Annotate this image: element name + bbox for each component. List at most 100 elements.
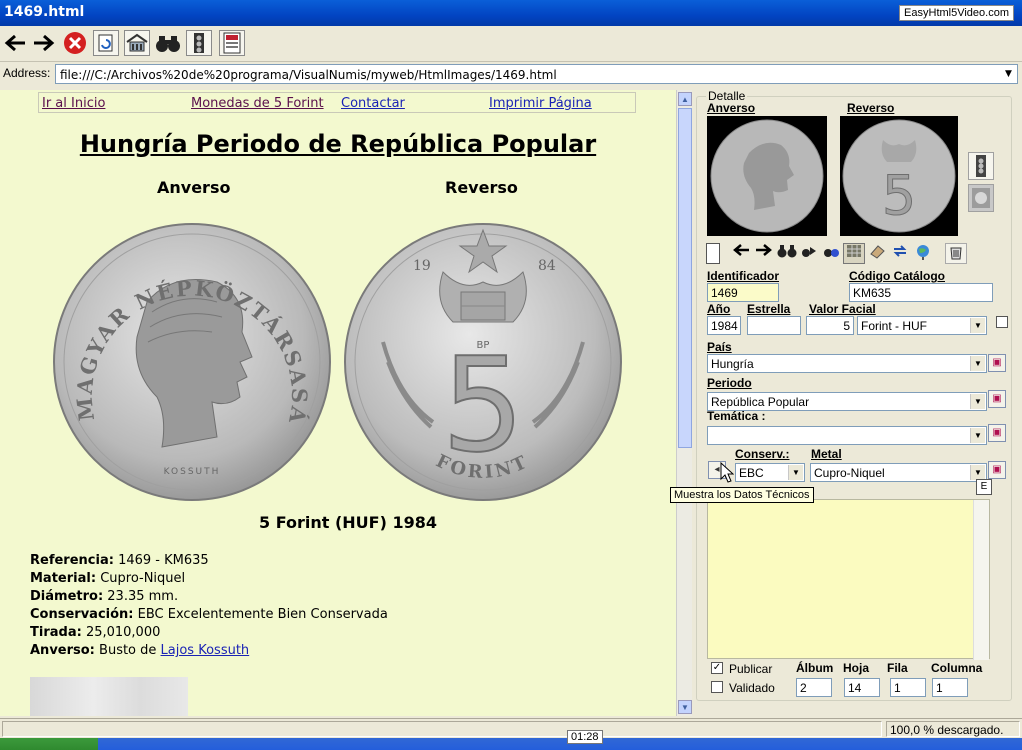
hoja-field[interactable]: 14 bbox=[844, 678, 880, 697]
sync-button[interactable] bbox=[889, 243, 911, 264]
prev-record-button[interactable] bbox=[730, 243, 752, 264]
find-next-button[interactable] bbox=[798, 243, 820, 264]
nav-print-link[interactable]: Imprimir Página bbox=[489, 96, 592, 111]
publicar-checkbox[interactable]: ✓ bbox=[711, 662, 723, 674]
scroll-down-icon[interactable]: ▼ bbox=[678, 700, 692, 714]
periodo-pick-button[interactable]: ▣ bbox=[988, 390, 1006, 408]
detail-value: 1469 - KM635 bbox=[118, 553, 209, 568]
metal-select[interactable]: Cupro-Niquel ▼ bbox=[810, 463, 987, 482]
eraser-button[interactable] bbox=[866, 243, 888, 264]
home-button[interactable] bbox=[124, 30, 150, 56]
start-button[interactable] bbox=[0, 738, 98, 750]
arrow-left-icon bbox=[4, 34, 25, 52]
periodo-select-value: República Popular bbox=[711, 395, 810, 409]
album-field[interactable]: 2 bbox=[796, 678, 832, 697]
nav-home-link[interactable]: Ir al Inicio bbox=[42, 96, 105, 111]
metal-select-value: Cupro-Niquel bbox=[814, 466, 885, 480]
chevron-down-icon[interactable]: ▼ bbox=[970, 394, 985, 409]
valor-checkbox[interactable] bbox=[996, 316, 1008, 328]
brand-watermark: EasyHtml5Video.com bbox=[899, 5, 1014, 21]
status-bar: 100,0 % descargado. bbox=[0, 718, 1022, 738]
address-label: Address: bbox=[3, 66, 51, 80]
picker-icon: ▣ bbox=[992, 427, 1002, 438]
reverse-year-left: 19 bbox=[413, 258, 431, 274]
search-button[interactable] bbox=[155, 30, 181, 56]
scroll-thumb[interactable] bbox=[678, 108, 692, 448]
chevron-down-icon[interactable]: ▼ bbox=[970, 428, 985, 443]
identificador-field[interactable]: 1469 bbox=[707, 283, 779, 302]
detail-label: Referencia: bbox=[30, 553, 114, 568]
detail-row: Material: Cupro-Niquel bbox=[30, 570, 388, 588]
coin-details: Referencia: 1469 - KM635 Material: Cupro… bbox=[30, 552, 388, 660]
stop-button[interactable] bbox=[62, 30, 88, 56]
chevron-down-icon[interactable]: ▼ bbox=[970, 318, 985, 333]
valor-facial-field[interactable]: 5 bbox=[806, 316, 854, 335]
status-main bbox=[2, 721, 882, 737]
periodo-label: Periodo bbox=[707, 376, 752, 390]
estrella-field[interactable] bbox=[747, 316, 801, 335]
forward-button[interactable] bbox=[31, 30, 57, 56]
tematica-pick-button[interactable]: ▣ bbox=[988, 424, 1006, 442]
arrow-icon: ◂ bbox=[714, 464, 720, 475]
notes-scrollbar[interactable] bbox=[973, 500, 989, 660]
valor-facial-label: Valor Facial bbox=[809, 302, 876, 316]
detail-label: Diámetro: bbox=[30, 589, 104, 604]
obverse-heading: Anverso bbox=[157, 178, 231, 197]
traffic-light-button[interactable] bbox=[968, 152, 994, 180]
moneda-select-value: Forint - HUF bbox=[861, 319, 927, 333]
page-title: Hungría Periodo de República Popular bbox=[79, 130, 597, 158]
reverse-coin-image: 19 84 BP 5 FORINT bbox=[344, 223, 622, 501]
next-record-button[interactable] bbox=[753, 243, 775, 264]
pais-pick-button[interactable]: ▣ bbox=[988, 354, 1006, 372]
binoculars-blue-icon bbox=[824, 249, 839, 257]
scroll-up-icon[interactable]: ▲ bbox=[678, 92, 692, 106]
reverse-thumbnail[interactable]: 5 bbox=[840, 116, 958, 236]
validado-checkbox[interactable] bbox=[711, 681, 723, 693]
moneda-select[interactable]: Forint - HUF ▼ bbox=[857, 316, 987, 335]
new-record-button[interactable] bbox=[706, 243, 720, 264]
print-button[interactable] bbox=[219, 30, 245, 56]
filter-button[interactable] bbox=[820, 243, 842, 264]
cursor-icon bbox=[720, 462, 734, 483]
columna-label: Columna bbox=[931, 661, 983, 675]
reverse-thumb-value: 5 bbox=[882, 164, 916, 227]
back-button[interactable] bbox=[2, 30, 28, 56]
pais-select[interactable]: Hungría ▼ bbox=[707, 354, 987, 373]
chevron-down-icon[interactable]: ▼ bbox=[788, 465, 803, 480]
options-button[interactable] bbox=[186, 30, 212, 56]
obverse-signature: KOSSUTH bbox=[164, 467, 221, 477]
obverse-thumb-image bbox=[710, 119, 824, 233]
obverse-thumbnail[interactable] bbox=[707, 116, 827, 236]
chevron-down-icon[interactable]: ▼ bbox=[1001, 66, 1016, 82]
metal-pick-button[interactable]: ▣ bbox=[988, 461, 1006, 479]
stop-icon bbox=[64, 32, 86, 54]
kossuth-link[interactable]: Lajos Kossuth bbox=[161, 643, 250, 658]
conserv-select[interactable]: EBC ▼ bbox=[735, 463, 805, 482]
extra-button[interactable]: E bbox=[976, 479, 992, 495]
nav-coins-link[interactable]: Monedas de 5 Forint bbox=[191, 96, 324, 111]
image-button[interactable] bbox=[968, 184, 994, 212]
notes-textarea[interactable] bbox=[707, 499, 990, 660]
trash-button[interactable] bbox=[945, 243, 967, 264]
page-scrollbar[interactable]: ▲ ▼ bbox=[676, 90, 692, 716]
columna-field[interactable]: 1 bbox=[932, 678, 968, 697]
nav-contact-link[interactable]: Contactar bbox=[341, 96, 405, 111]
address-bar: Address: file:///C:/Archivos%20de%20prog… bbox=[0, 62, 1022, 86]
binoculars-icon bbox=[156, 36, 180, 52]
arrow-right-icon bbox=[756, 244, 772, 256]
title-bar: 1469.html EasyHtml5Video.com bbox=[0, 0, 1022, 26]
tematica-select[interactable]: ▼ bbox=[707, 426, 987, 445]
fila-field[interactable]: 1 bbox=[890, 678, 926, 697]
find-button[interactable] bbox=[776, 243, 798, 264]
globe-button[interactable] bbox=[912, 243, 934, 264]
refresh-button[interactable] bbox=[93, 30, 119, 56]
detail-value: 25,010,000 bbox=[85, 625, 161, 640]
list-button[interactable] bbox=[843, 243, 865, 264]
tooltip: Muestra los Datos Técnicos bbox=[670, 487, 814, 503]
address-input[interactable]: file:///C:/Archivos%20de%20programa/Visu… bbox=[55, 64, 1018, 84]
anio-field[interactable]: 1984 bbox=[707, 316, 741, 335]
chevron-down-icon[interactable]: ▼ bbox=[970, 356, 985, 371]
chevron-down-icon[interactable]: ▼ bbox=[970, 465, 985, 480]
catalogo-field[interactable]: KM635 bbox=[849, 283, 993, 302]
detail-row: Referencia: 1469 - KM635 bbox=[30, 552, 388, 570]
